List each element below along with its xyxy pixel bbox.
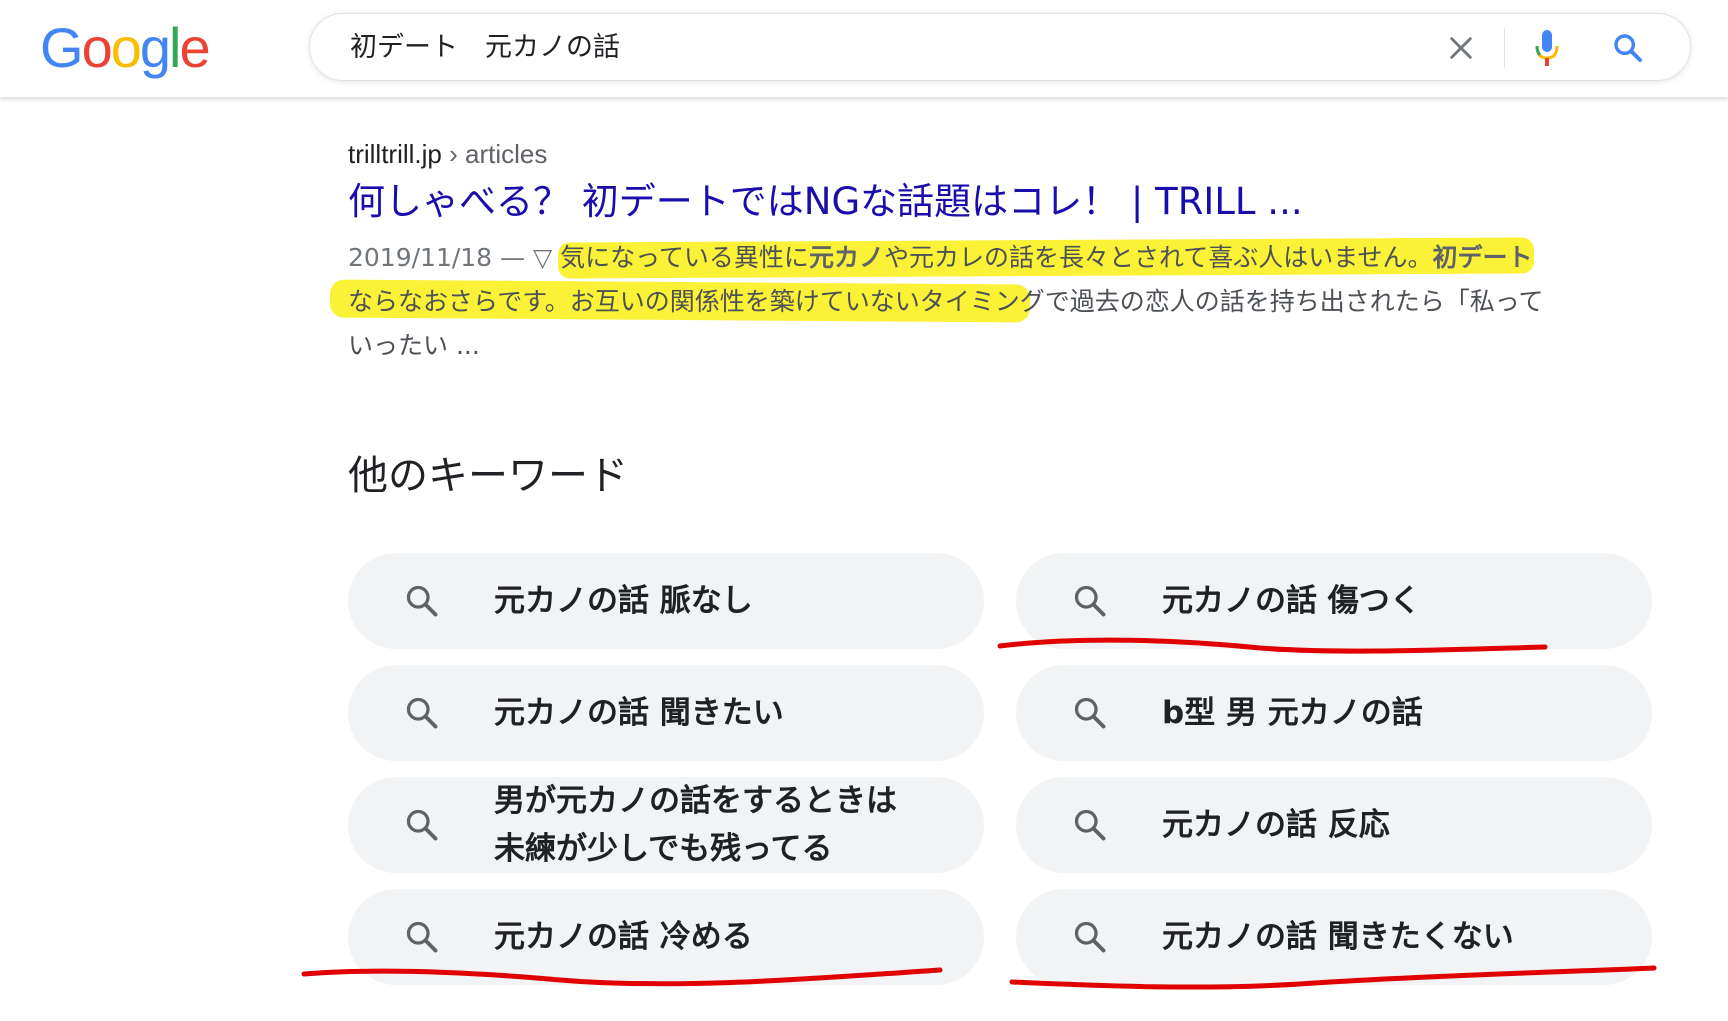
other-keywords-title: 他のキーワード: [348, 453, 628, 499]
search-divider: [1504, 28, 1505, 68]
keyword-chip[interactable]: 元カノの話 脈なし: [348, 553, 984, 649]
keyword-label: 元カノの話 冷める: [494, 919, 753, 955]
keyword-label: 元カノの話 反応: [1162, 807, 1390, 843]
search-icon: [1074, 921, 1106, 953]
keyword-chip[interactable]: 元カノの話 反応: [1016, 777, 1652, 873]
logo-letter: G: [40, 16, 84, 79]
keyword-label: 元カノの話 脈なし: [494, 583, 753, 619]
keyword-chip[interactable]: 元カノの話 傷つく: [1016, 553, 1652, 649]
result-breadcrumb[interactable]: trilltrill.jp › articles: [348, 136, 1548, 172]
result-title-link[interactable]: 何しゃべる？ 初デートではNGな話題はコレ！ | TRILL ...: [348, 176, 1548, 228]
search-icon: [406, 585, 438, 617]
logo-letter: l: [169, 16, 182, 79]
snippet-text: や元カレの話を長々とされて喜ぶ人はいません。: [883, 243, 1433, 272]
keyword-chip[interactable]: 男が元カノの話をするときは 未練が少しでも残ってる: [348, 777, 984, 873]
close-icon: [1450, 37, 1472, 59]
keyword-label: b型 男 元カノの話: [1162, 695, 1423, 731]
header-bar: Google 初デート 元カノの話: [0, 0, 1728, 97]
logo-letter: g: [139, 16, 171, 79]
keyword-label: 男が元カノの話をするときは 未練が少しでも残ってる: [494, 783, 897, 867]
result-path: articles: [465, 139, 548, 169]
google-logo[interactable]: Google: [40, 16, 211, 80]
snippet-bold: 元カノ: [808, 243, 884, 272]
result-domain: trilltrill.jp: [348, 139, 442, 169]
result-date: 2019/11/18: [348, 243, 493, 272]
keyword-label: 元カノの話 傷つく: [1162, 583, 1421, 619]
logo-letter: o: [110, 16, 142, 79]
snippet-bold: 初デート: [1432, 243, 1533, 272]
search-icon: [1614, 34, 1642, 62]
search-icon: [1074, 585, 1106, 617]
search-icon: [406, 809, 438, 841]
keyword-chip[interactable]: 元カノの話 冷める: [348, 889, 984, 985]
search-icon: [406, 921, 438, 953]
search-button[interactable]: [1608, 28, 1648, 68]
logo-letter: e: [179, 16, 210, 79]
breadcrumb-separator: ›: [441, 139, 465, 169]
search-input[interactable]: 初デート 元カノの話: [350, 31, 620, 65]
search-icon: [1074, 697, 1106, 729]
keyword-label: 元カノの話 聞きたい: [494, 695, 784, 731]
mic-icon: [1535, 30, 1559, 66]
search-result: trilltrill.jp › articles 何しゃべる？ 初デートではNG…: [329, 136, 1548, 368]
result-snippet: 2019/11/18 — ▽ 気になっている異性に元カノや元カレの話を長々とされ…: [329, 236, 1548, 368]
snippet-text: 気になっている異性に: [560, 243, 809, 272]
search-icon: [406, 697, 438, 729]
clear-button[interactable]: [1443, 30, 1479, 66]
keyword-chip[interactable]: 元カノの話 聞きたい: [348, 665, 984, 761]
logo-letter: o: [81, 16, 113, 79]
snippet-text: ならなおさらです。お互いの関係性を築けていないタイミングで過去の恋人の話を持ち出…: [348, 287, 1544, 360]
search-box[interactable]: 初デート 元カノの話: [309, 13, 1691, 81]
keyword-chip[interactable]: b型 男 元カノの話: [1016, 665, 1652, 761]
keyword-chip[interactable]: 元カノの話 聞きたくない: [1016, 889, 1652, 985]
voice-search-button[interactable]: [1528, 28, 1566, 68]
search-icon: [1074, 809, 1106, 841]
keyword-label: 元カノの話 聞きたくない: [1162, 919, 1514, 955]
result-dash: — ▽: [492, 243, 561, 272]
